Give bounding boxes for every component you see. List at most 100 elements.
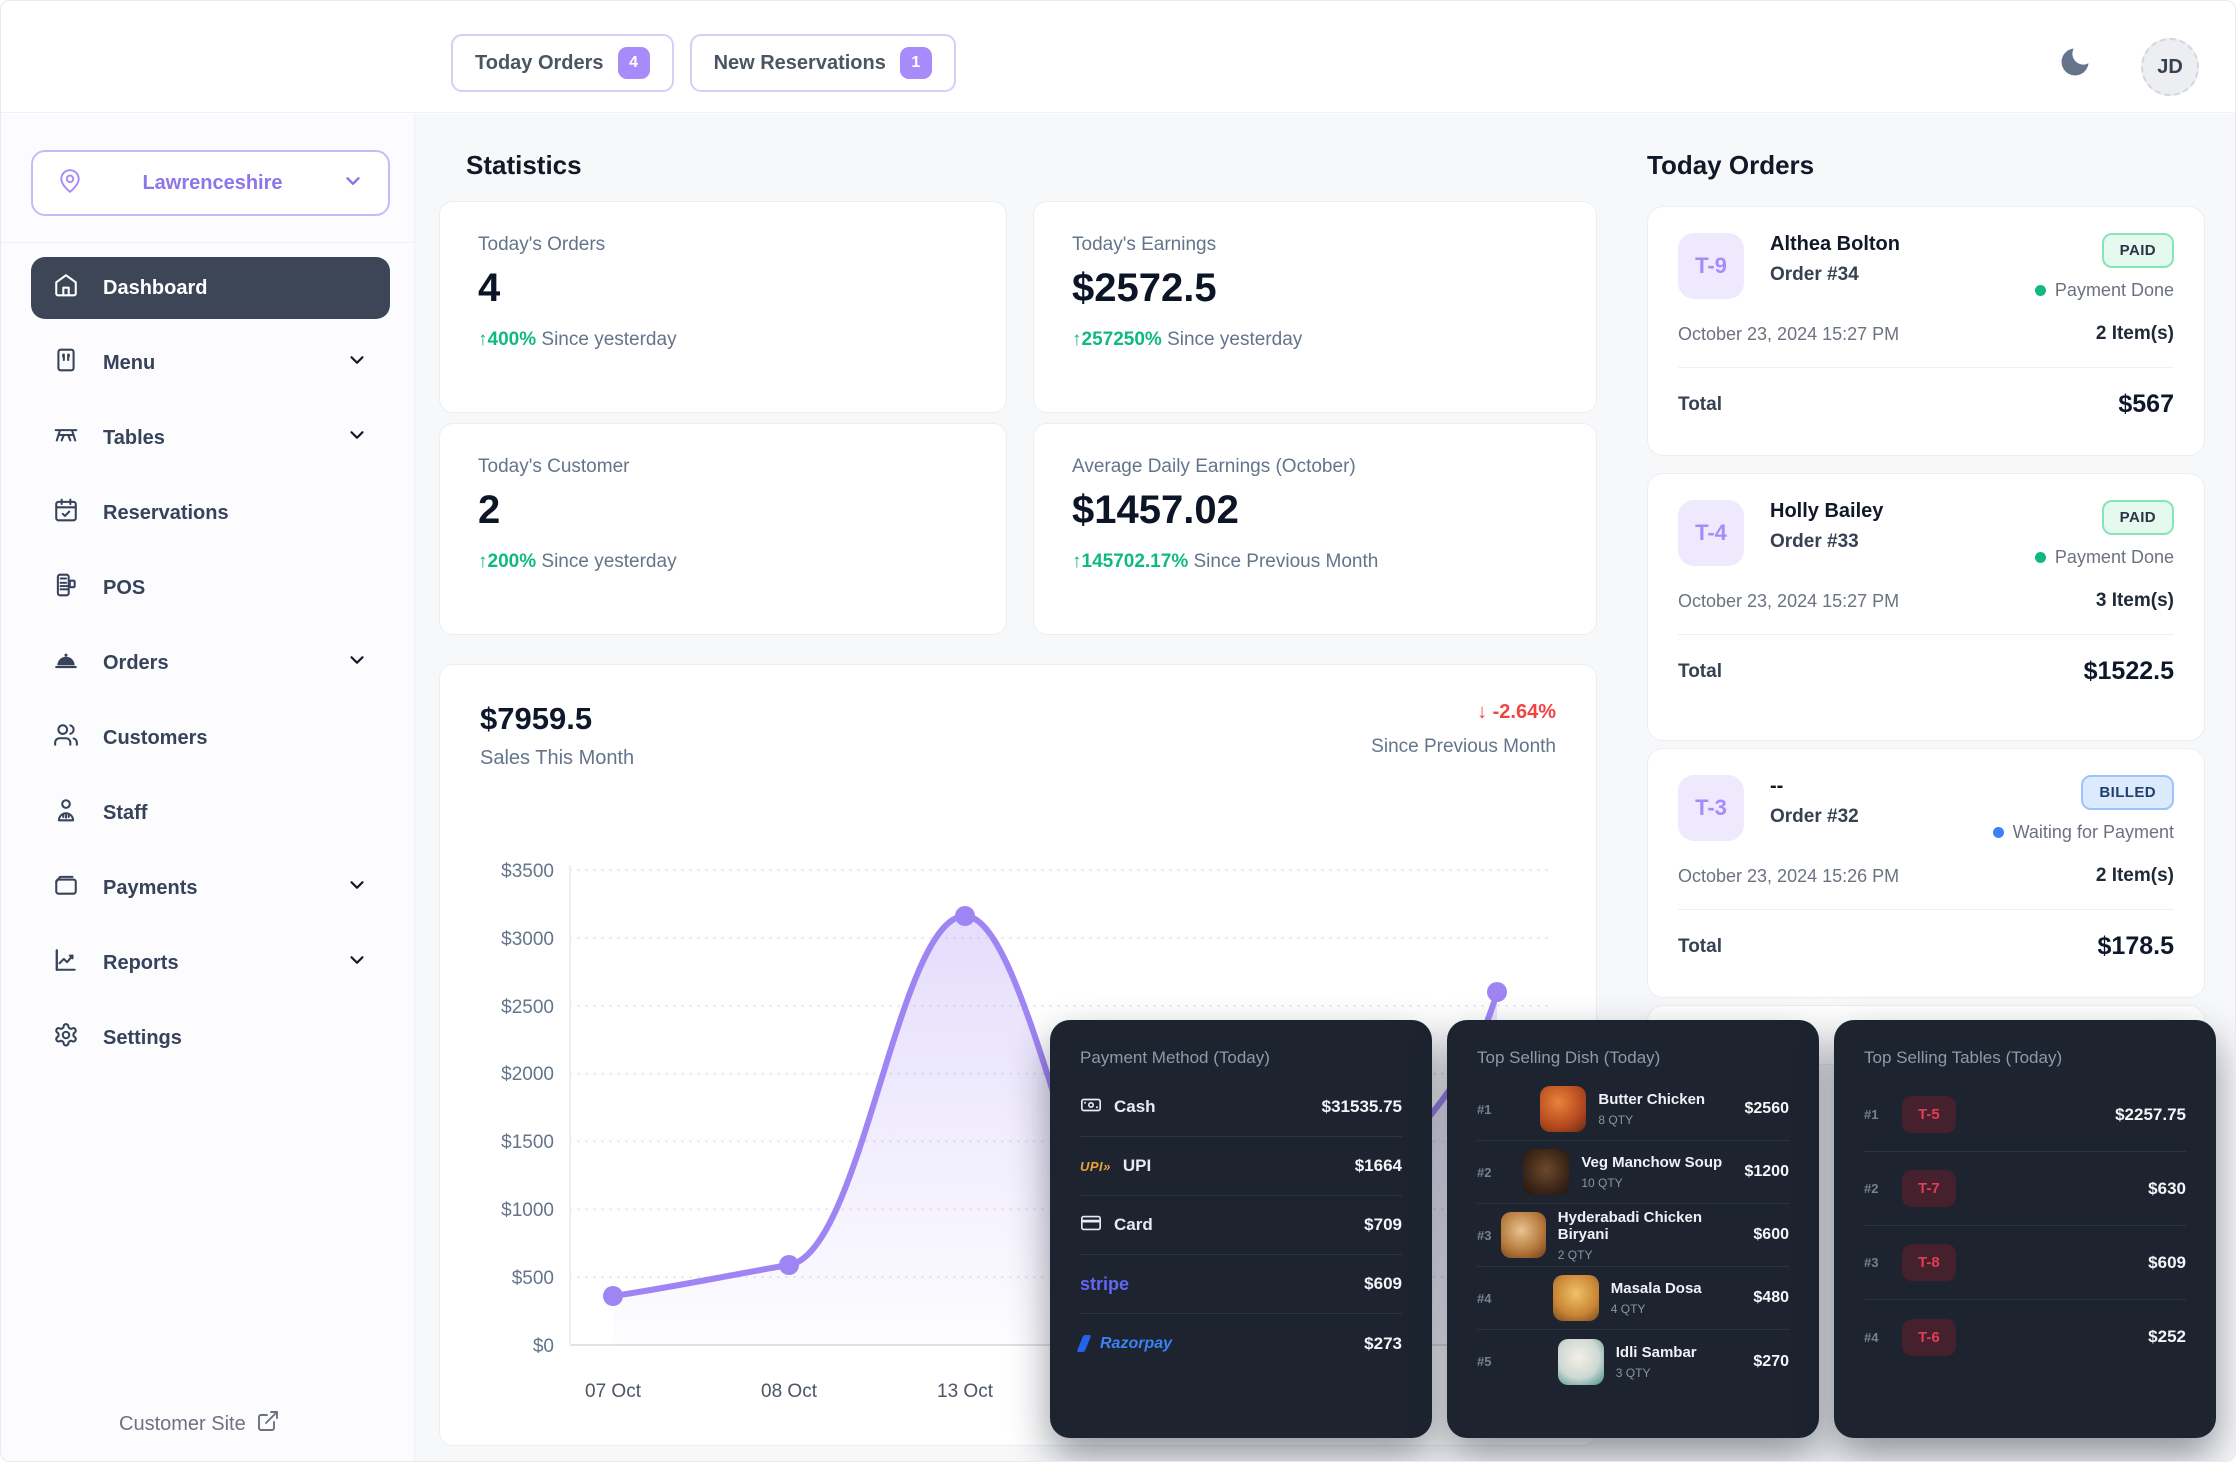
sidebar-item-label: Orders	[103, 652, 169, 675]
chevron-down-icon	[346, 874, 368, 902]
statistics-title: Statistics	[466, 150, 582, 181]
table-rank-row: #4T-6 $252	[1864, 1300, 2186, 1374]
order-total: $1522.5	[2084, 657, 2174, 686]
order-number: Order #33	[1770, 531, 1883, 553]
table-badge: T-4	[1678, 500, 1744, 566]
today-orders-button-label: Today Orders	[475, 52, 604, 75]
sidebar-item-settings[interactable]: Settings	[31, 1007, 390, 1069]
divider	[1678, 909, 2174, 910]
sidebar-item-customers[interactable]: Customers	[31, 707, 390, 769]
status-badge: BILLED	[2081, 775, 2174, 810]
dish-row: #1 Butter Chicken8 QTY $2560	[1477, 1078, 1789, 1141]
dish-row: #5 Idli Sambar3 QTY $270	[1477, 1330, 1789, 1393]
main-content: Statistics Today's Orders 4 ↑400% Since …	[415, 114, 2236, 1462]
status-dot	[2035, 285, 2046, 296]
chart-point	[955, 906, 975, 926]
sidebar-item-menu[interactable]: Menu	[31, 332, 390, 394]
order-card[interactable]: T-3 -- Order #32 BILLED Waiting for Paym…	[1647, 748, 2205, 998]
sidebar-nav: Dashboard Menu Tables Reservations POS	[1, 257, 414, 1069]
new-reservations-button[interactable]: New Reservations 1	[690, 34, 956, 92]
stat-value: $1457.02	[1072, 488, 1558, 533]
stat-delta: ↑257250% Since yesterday	[1072, 329, 1558, 351]
users-icon	[53, 722, 79, 754]
svg-text:$3500: $3500	[501, 861, 554, 882]
order-card[interactable]: T-4 Holly Bailey Order #33 PAID Payment …	[1647, 473, 2205, 741]
moon-icon	[2057, 68, 2093, 83]
sidebar-item-label: Dashboard	[103, 277, 207, 300]
panel-title: Top Selling Tables (Today)	[1864, 1048, 2186, 1068]
location-selector[interactable]: Lawrenceshire	[31, 150, 390, 216]
total-label: Total	[1678, 394, 1722, 416]
table-rank-row: #3T-8 $609	[1864, 1226, 2186, 1300]
order-customer: Althea Bolton	[1770, 233, 1900, 256]
up-arrow-icon: ↑	[1072, 551, 1082, 572]
sidebar-item-pos[interactable]: POS	[31, 557, 390, 619]
sidebar-item-label: Reservations	[103, 502, 229, 525]
dish-photo	[1553, 1275, 1599, 1321]
status-badge: PAID	[2102, 233, 2174, 268]
chevron-down-icon	[346, 349, 368, 377]
dark-mode-toggle[interactable]	[2053, 41, 2097, 85]
payment-method-row: Razorpay $273	[1080, 1314, 1402, 1373]
sales-chart-header: $7959.5 Sales This Month ↓ -2.64% Since …	[440, 665, 1596, 770]
order-datetime: October 23, 2024 15:27 PM	[1678, 324, 1899, 345]
panel-title: Top Selling Dish (Today)	[1477, 1048, 1789, 1068]
chevron-down-icon	[342, 170, 364, 197]
svg-text:08 Oct: 08 Oct	[761, 1381, 818, 1402]
total-label: Total	[1678, 936, 1722, 958]
stat-value: 2	[478, 488, 968, 533]
status-badge: PAID	[2102, 500, 2174, 535]
chevron-down-icon	[346, 424, 368, 452]
chart-point	[779, 1255, 799, 1275]
sidebar-item-reports[interactable]: Reports	[31, 932, 390, 994]
chart-point	[603, 1286, 623, 1306]
table-badge: T-3	[1678, 775, 1744, 841]
sidebar-item-payments[interactable]: Payments	[31, 857, 390, 919]
sidebar-item-tables[interactable]: Tables	[31, 407, 390, 469]
order-customer: Holly Bailey	[1770, 500, 1883, 523]
today-orders-button[interactable]: Today Orders 4	[451, 34, 674, 92]
sidebar-item-label: Staff	[103, 802, 147, 825]
payment-state: Payment Done	[2035, 547, 2174, 568]
table-rank-row: #1T-5 $2257.75	[1864, 1078, 2186, 1152]
order-number: Order #32	[1770, 806, 1859, 828]
dish-photo	[1501, 1212, 1546, 1258]
sidebar-item-orders[interactable]: Orders	[31, 632, 390, 694]
order-card[interactable]: T-9 Althea Bolton Order #34 PAID Payment…	[1647, 206, 2205, 456]
order-datetime: October 23, 2024 15:26 PM	[1678, 866, 1899, 887]
table-badge: T-5	[1902, 1096, 1956, 1133]
divider	[1678, 634, 2174, 635]
sales-delta-period: Since Previous Month	[1371, 736, 1556, 758]
sidebar-item-dashboard[interactable]: Dashboard	[31, 257, 390, 319]
stat-label: Today's Orders	[478, 234, 968, 256]
location-label: Lawrenceshire	[83, 172, 342, 195]
order-items-count: 3 Item(s)	[2096, 590, 2174, 612]
customer-site-link[interactable]: Customer Site	[119, 1409, 280, 1439]
topbar: Today Orders 4 New Reservations 1 JD	[1, 1, 2235, 113]
stat-label: Average Daily Earnings (October)	[1072, 456, 1558, 478]
sidebar-item-reservations[interactable]: Reservations	[31, 482, 390, 544]
user-avatar[interactable]: JD	[2141, 38, 2199, 96]
upi-logo: UPI»	[1080, 1159, 1111, 1174]
down-arrow-icon: ↓	[1477, 701, 1487, 723]
stat-delta: ↑145702.17% Since Previous Month	[1072, 551, 1558, 573]
dish-photo	[1540, 1086, 1586, 1132]
chevron-down-icon	[346, 649, 368, 677]
gear-icon	[53, 1022, 79, 1054]
dish-row: #3 Hyderabadi Chicken Biryani2 QTY $600	[1477, 1204, 1789, 1267]
up-arrow-icon: ↑	[478, 551, 488, 572]
home-icon	[53, 272, 79, 304]
sidebar-item-label: Menu	[103, 352, 155, 375]
svg-text:$500: $500	[512, 1268, 554, 1289]
payment-method-row: Card $709	[1080, 1196, 1402, 1255]
svg-text:$0: $0	[533, 1336, 554, 1357]
sidebar-item-staff[interactable]: Staff	[31, 782, 390, 844]
status-dot	[1993, 827, 2004, 838]
order-items-count: 2 Item(s)	[2096, 323, 2174, 345]
svg-text:$2500: $2500	[501, 997, 554, 1018]
new-reservations-button-label: New Reservations	[714, 52, 886, 75]
customer-site-label: Customer Site	[119, 1413, 246, 1436]
order-items-count: 2 Item(s)	[2096, 865, 2174, 887]
table-badge: T-9	[1678, 233, 1744, 299]
svg-text:$1500: $1500	[501, 1132, 554, 1153]
